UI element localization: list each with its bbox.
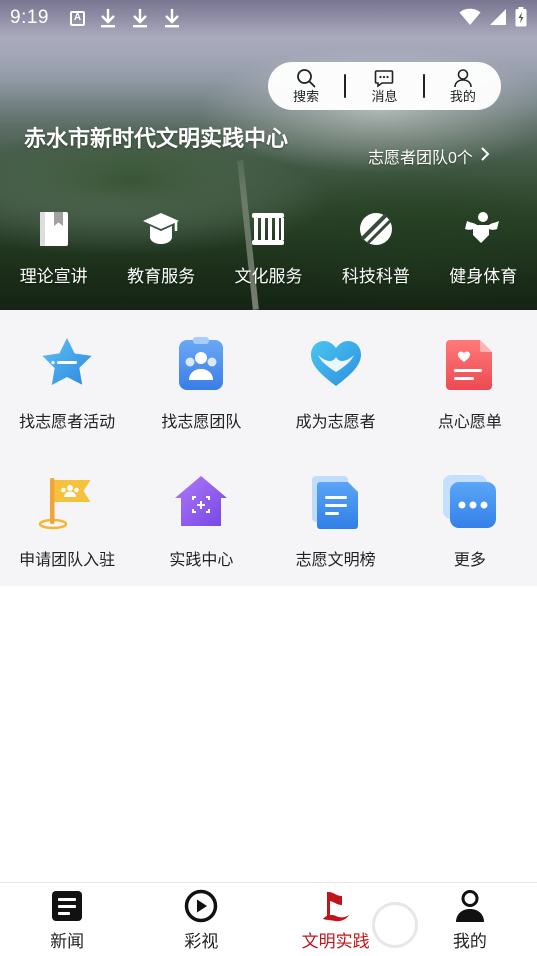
mine-label: 我的 — [449, 88, 476, 104]
more-icon — [438, 470, 502, 534]
nav-label: 彩视 — [184, 932, 219, 951]
service-label: 成为志愿者 — [295, 414, 376, 431]
messages-button[interactable]: 消息 — [354, 68, 414, 105]
category-label: 理论宣讲 — [19, 267, 88, 286]
service-row: 找志愿者活动 找志愿团队 成为志愿者 点心愿单 — [0, 332, 537, 432]
category-theory[interactable]: 理论宣讲 — [0, 208, 107, 287]
category-science[interactable]: 科技科普 — [322, 208, 429, 287]
bottom-nav: 新闻 彩视 文明实践 我的 — [0, 882, 537, 956]
satellite-icon — [355, 208, 397, 250]
search-button[interactable]: 搜索 — [276, 68, 336, 105]
service-grid: 找志愿者活动 找志愿团队 成为志愿者 点心愿单 申请团队入驻 实践中心 志愿文明… — [0, 310, 537, 586]
mine-button[interactable]: 我的 — [433, 68, 493, 105]
service-label: 找志愿者活动 — [19, 414, 116, 431]
apply-team-join-button[interactable]: 申请团队入驻 — [0, 470, 134, 570]
service-label: 实践中心 — [169, 552, 234, 569]
nav-civilization-practice[interactable]: 文明实践 — [269, 883, 403, 956]
nav-mine[interactable]: 我的 — [403, 883, 537, 956]
signal-icon — [489, 8, 507, 31]
search-label: 搜索 — [293, 88, 320, 104]
house-icon — [169, 470, 233, 534]
volunteer-ranking-button[interactable]: 志愿文明榜 — [269, 470, 403, 570]
notification-icons: A — [70, 8, 181, 28]
battery-charging-icon — [515, 7, 527, 32]
nav-label: 我的 — [452, 932, 487, 951]
heart-icon — [304, 332, 368, 396]
service-label: 申请团队入驻 — [19, 552, 116, 569]
category-fitness[interactable]: 健身体育 — [430, 208, 537, 287]
more-button[interactable]: 更多 — [403, 470, 537, 570]
category-education[interactable]: 教育服务 — [107, 208, 214, 287]
download-icon — [131, 8, 149, 28]
download-icon — [163, 8, 181, 28]
star-chat-icon — [35, 332, 99, 396]
nav-label: 新闻 — [50, 932, 85, 951]
nav-news[interactable]: 新闻 — [0, 883, 134, 956]
category-label: 文化服务 — [234, 267, 303, 286]
search-icon — [296, 68, 316, 88]
service-label: 点心愿单 — [437, 414, 502, 431]
fitness-icon — [462, 208, 504, 250]
wifi-icon — [459, 8, 481, 31]
find-volunteer-activity-button[interactable]: 找志愿者活动 — [0, 332, 134, 432]
a-badge-icon: A — [70, 10, 85, 26]
user-icon — [453, 68, 473, 88]
document-icon — [304, 470, 368, 534]
culture-icon — [247, 208, 289, 250]
become-volunteer-button[interactable]: 成为志愿者 — [269, 332, 403, 432]
service-label: 志愿文明榜 — [295, 552, 376, 569]
page-title: 赤水市新时代文明实践中心 — [24, 126, 289, 151]
category-row: 理论宣讲 教育服务 文化服务 科技科普 健身体育 — [0, 208, 537, 287]
civilization-flag-icon — [319, 889, 353, 923]
top-action-bar: 搜索 消息 我的 — [268, 62, 501, 110]
flag-icon — [35, 470, 99, 534]
book-icon — [33, 208, 75, 250]
message-icon — [374, 68, 394, 88]
service-label: 找志愿团队 — [161, 414, 242, 431]
volunteer-team-count-link[interactable]: 志愿者团队0个 — [368, 144, 491, 168]
category-culture[interactable]: 文化服务 — [215, 208, 322, 287]
graduation-cap-icon — [140, 208, 182, 250]
download-icon — [99, 8, 117, 28]
user-icon — [453, 889, 487, 923]
team-count-label: 志愿者团队0个 — [368, 150, 473, 167]
status-time: 9:19 — [10, 7, 49, 28]
practice-center-button[interactable]: 实践中心 — [134, 470, 268, 570]
service-label: 更多 — [453, 552, 486, 569]
wish-list-icon — [438, 332, 502, 396]
nav-video[interactable]: 彩视 — [134, 883, 268, 956]
news-icon — [50, 889, 84, 923]
category-label: 科技科普 — [341, 267, 410, 286]
team-clipboard-icon — [169, 332, 233, 396]
find-volunteer-team-button[interactable]: 找志愿团队 — [134, 332, 268, 432]
divider — [344, 74, 347, 98]
divider — [422, 74, 425, 98]
category-label: 健身体育 — [449, 267, 518, 286]
hero-banner: 9:19 A 搜索 消息 我的 赤水市新时代文明实践中心 志愿者团队0个 理论宣… — [0, 0, 537, 310]
category-label: 教育服务 — [127, 267, 196, 286]
service-row: 申请团队入驻 实践中心 志愿文明榜 更多 — [0, 470, 537, 570]
play-icon — [184, 889, 218, 923]
status-bar: 9:19 A — [0, 0, 537, 36]
system-icons — [459, 7, 527, 32]
chevron-right-icon — [479, 146, 491, 167]
wish-list-button[interactable]: 点心愿单 — [403, 332, 537, 432]
nav-label: 文明实践 — [301, 932, 370, 951]
messages-label: 消息 — [371, 88, 398, 104]
